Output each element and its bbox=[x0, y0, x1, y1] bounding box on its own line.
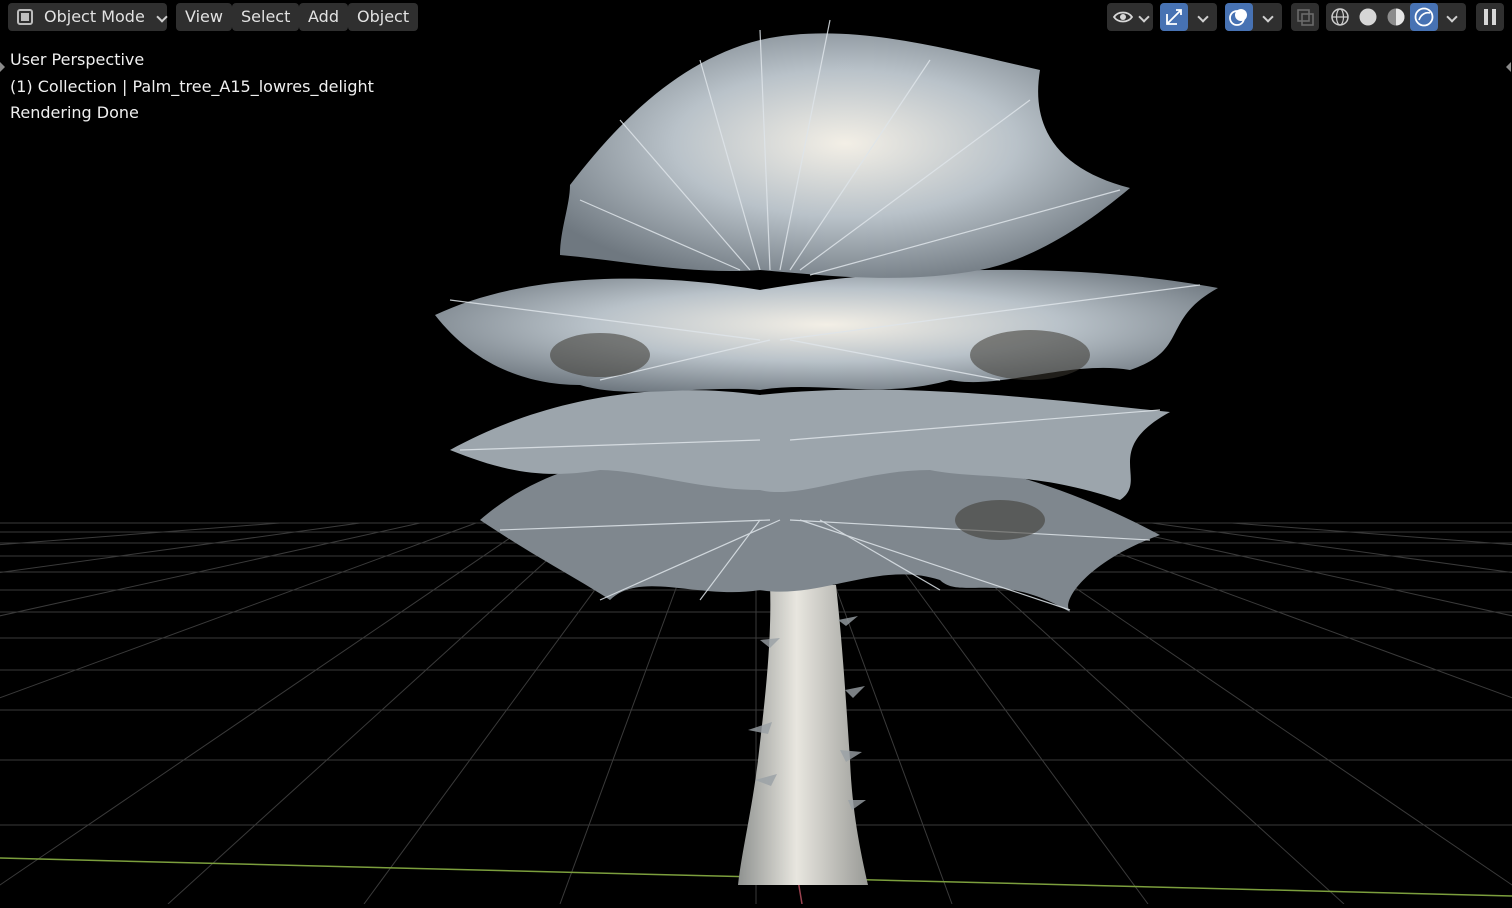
right-region-toggle[interactable] bbox=[1506, 62, 1511, 72]
menu-select[interactable]: Select bbox=[232, 3, 300, 31]
overlays-toggle-group[interactable] bbox=[1225, 3, 1282, 31]
shading-mode-group[interactable] bbox=[1326, 3, 1466, 31]
overlays-icon bbox=[1229, 9, 1247, 26]
view-perspective-label: User Perspective bbox=[10, 50, 145, 69]
3d-viewport[interactable]: Object Mode View Select Add Object User … bbox=[0, 0, 1512, 905]
pause-render-icon bbox=[1484, 9, 1496, 25]
menu-view[interactable]: View bbox=[176, 3, 232, 31]
rendered-shading-icon bbox=[1414, 7, 1434, 27]
solid-shading-icon[interactable] bbox=[1354, 3, 1382, 31]
menu-object[interactable]: Object bbox=[348, 3, 419, 31]
overlays-toggle[interactable] bbox=[1225, 3, 1253, 31]
xray-icon bbox=[1297, 9, 1314, 26]
chevron-down-icon[interactable] bbox=[1197, 11, 1209, 23]
collection-label: (1) Collection | Palm_tree_A15_lowres_de… bbox=[10, 77, 374, 96]
pause-render-button[interactable] bbox=[1476, 3, 1504, 31]
viewport-scene[interactable] bbox=[0, 0, 1512, 905]
chevron-down-icon[interactable] bbox=[1262, 11, 1274, 23]
mode-selector-dropdown[interactable]: Object Mode bbox=[8, 3, 168, 31]
xray-toggle[interactable] bbox=[1291, 3, 1319, 31]
visibility-dropdown[interactable] bbox=[1107, 3, 1153, 31]
gizmo-toggle[interactable] bbox=[1160, 3, 1188, 31]
visibility-eye-icon bbox=[1112, 11, 1134, 23]
gizmo-icon bbox=[1166, 9, 1182, 25]
render-status-label: Rendering Done bbox=[10, 103, 139, 122]
rendered-shading-toggle[interactable] bbox=[1410, 3, 1438, 31]
material-preview-icon[interactable] bbox=[1382, 3, 1410, 31]
chevron-down-icon[interactable] bbox=[1446, 11, 1458, 23]
chevron-down-icon bbox=[1138, 11, 1150, 23]
gizmo-toggle-group[interactable] bbox=[1160, 3, 1217, 31]
left-region-toggle[interactable] bbox=[0, 62, 5, 72]
menu-add[interactable]: Add bbox=[299, 3, 348, 31]
mode-label: Object Mode bbox=[44, 7, 145, 26]
chevron-down-icon bbox=[156, 11, 168, 23]
object-mode-icon bbox=[17, 9, 33, 25]
wireframe-shading-icon[interactable] bbox=[1326, 3, 1354, 31]
palm-tree-model[interactable] bbox=[435, 19, 1218, 885]
